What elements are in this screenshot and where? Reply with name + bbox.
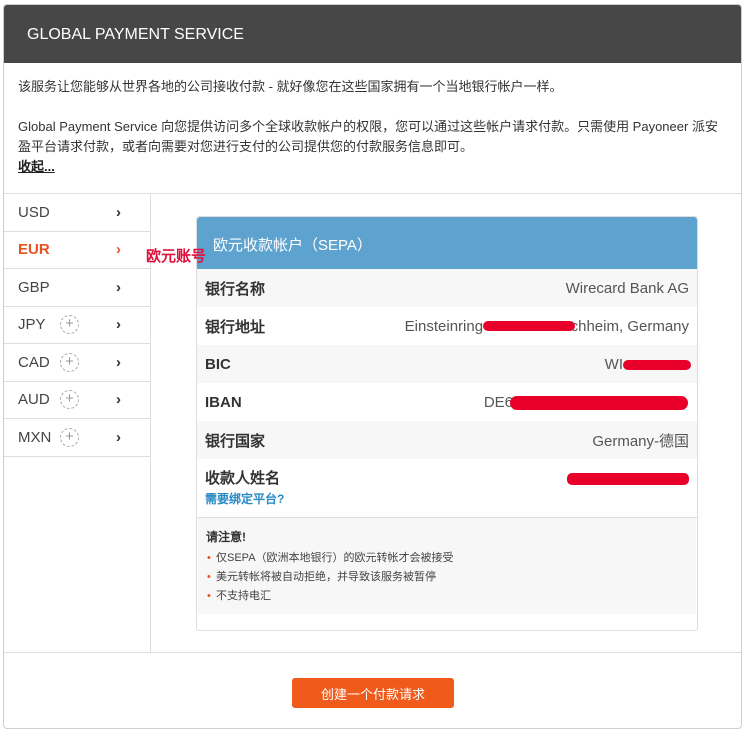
row-label: 银行地址 — [205, 318, 266, 336]
panel-header: GLOBAL PAYMENT SERVICE — [4, 5, 741, 63]
notice-item: 美元转帐将被自动拒绝，并导致该服务被暂停 — [206, 568, 688, 587]
chevron-right-icon: › — [116, 353, 121, 371]
row-value: Wirecard Bank AG — [565, 279, 689, 297]
row-bank-country: 银行国家 Germany-德国 — [197, 421, 697, 459]
notice-item: 仅SEPA（欧洲本地银行）的欧元转帐才会被接受 — [206, 549, 688, 568]
chevron-right-icon: › — [116, 391, 121, 409]
currency-mxn[interactable]: MXN + › — [4, 419, 150, 457]
footer: 创建一个付款请求 — [4, 652, 741, 728]
currency-gbp[interactable]: GBP › — [4, 269, 150, 307]
description-line-1: 该服务让您能够从世界各地的公司接收付款 - 就好像您在这些国家拥有一个当地银行帐… — [18, 79, 563, 94]
plus-circle-icon[interactable]: + — [60, 352, 79, 372]
row-bic: BIC WI — [197, 345, 697, 383]
currency-jpy[interactable]: JPY + › — [4, 307, 150, 344]
redaction-mark — [567, 473, 689, 485]
notice-title: 请注意! — [206, 530, 246, 544]
plus-circle-icon[interactable]: + — [60, 427, 79, 447]
global-payment-panel: GLOBAL PAYMENT SERVICE 该服务让您能够从世界各地的公司接收… — [3, 4, 742, 729]
currency-eur[interactable]: EUR › — [4, 232, 150, 269]
plus-circle-icon[interactable]: + — [60, 390, 79, 410]
collapse-link[interactable]: 收起... — [18, 159, 55, 174]
account-details: 银行名称 Wirecard Bank AG 银行地址Einsteinring 35… — [197, 269, 697, 459]
row-bank-name: 银行名称 Wirecard Bank AG — [197, 269, 697, 307]
bind-platform-link[interactable]: 需要绑定平台? — [205, 490, 689, 507]
chevron-right-icon: › — [116, 428, 121, 446]
notice-item: 不支持电汇 — [206, 587, 688, 606]
redaction-mark — [482, 320, 575, 331]
currency-label: AUD — [18, 391, 50, 409]
currency-label: CAD — [18, 353, 50, 371]
row-payee: 收款人姓名 需要绑定平台? — [197, 459, 697, 518]
currency-aud[interactable]: AUD + › — [4, 382, 150, 419]
row-label: BIC — [205, 355, 231, 373]
notice-box: 请注意! 仅SEPA（欧洲本地银行）的欧元转帐才会被接受 美元转帐将被自动拒绝，… — [198, 518, 696, 614]
currency-label: USD — [18, 203, 50, 221]
row-iban: IBAN DE6 — [197, 383, 697, 421]
create-payment-request-button[interactable]: 创建一个付款请求 — [292, 678, 454, 708]
chevron-right-icon: › — [116, 316, 121, 334]
description-line-2: Global Payment Service 向您提供访问多个全球收款帐户的权限… — [18, 119, 718, 154]
row-label: IBAN — [205, 393, 242, 411]
account-card: 欧元收款帐户（SEPA） 银行名称 Wirecard Bank AG 银行地址 Ei… — [196, 216, 698, 631]
chevron-right-icon: › — [116, 203, 121, 221]
chevron-right-icon: › — [116, 278, 121, 296]
redaction-mark — [622, 359, 691, 370]
row-bank-address: 银行地址Einsteinring 35 85609 Aschheim, Germ… — [197, 307, 697, 345]
redaction-mark — [509, 395, 688, 410]
row-label: 银行国家 — [205, 432, 266, 450]
currency-cad[interactable]: CAD + › — [4, 344, 150, 382]
currency-usd[interactable]: USD › — [4, 194, 150, 232]
row-label: 银行名称 — [205, 280, 266, 298]
currency-label: MXN — [18, 428, 52, 446]
card-title: 欧元收款帐户（SEPA） — [197, 217, 697, 269]
currency-sidebar: USD › EUR › GBP › JPY + › CAD + › AUD + › MXN + › — [4, 194, 151, 652]
row-value: WI — [604, 355, 623, 373]
row-value: Germany-德国 — [592, 432, 689, 450]
currency-label: JPY — [18, 316, 46, 334]
chevron-right-icon: › — [116, 241, 121, 259]
row-value: DE6 — [483, 393, 513, 411]
currency-label: EUR — [18, 241, 50, 259]
description: 该服务让您能够从世界各地的公司接收付款 - 就好像您在这些国家拥有一个当地银行帐… — [4, 63, 741, 194]
annotation-label: 欧元账号 — [146, 248, 207, 265]
plus-circle-icon[interactable]: + — [60, 315, 79, 335]
currency-label: GBP — [18, 278, 50, 296]
